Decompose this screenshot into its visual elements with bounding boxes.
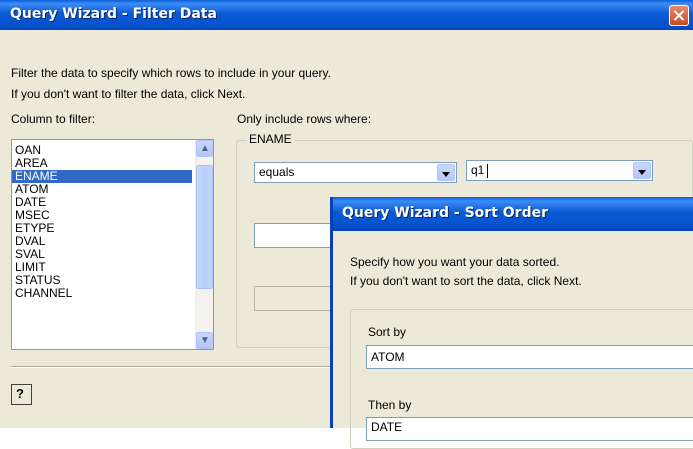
text-cursor [487,164,488,178]
sort-by-label: Sort by [368,325,407,339]
sort-order-dialog: Query Wizard - Sort Order Specify how yo… [330,197,693,449]
filter-instruction-1: Filter the data to specify which rows to… [11,66,331,80]
then-by-label: Then by [368,398,412,412]
scroll-up-icon[interactable]: ▲ [196,140,213,157]
filter-dialog-titlebar[interactable]: Query Wizard - Filter Data [0,0,693,30]
column-listbox[interactable]: OAN AREA ENAME ATOM DATE MSEC ETYPE DVAL… [11,139,214,350]
then-by-dropdown[interactable]: DATE [366,417,693,441]
list-item[interactable]: CHANNEL [12,287,192,300]
sort-instruction-1: Specify how you want your data sorted. [350,255,560,269]
value-dropdown[interactable]: q1 [466,160,653,181]
sort-by-value: ATOM [371,350,405,364]
dropdown-arrow-icon[interactable] [437,164,455,181]
filter-instruction-2: If you don't want to filter the data, cl… [11,87,246,101]
sort-by-dropdown[interactable]: ATOM [366,345,693,369]
sort-dialog-titlebar[interactable]: Query Wizard - Sort Order [333,197,693,231]
dropdown-arrow-icon[interactable] [633,162,651,179]
separator [11,366,330,368]
column-to-filter-label: Column to filter: [11,112,96,126]
operator-value: equals [259,165,295,179]
operator-dropdown[interactable]: equals [254,162,457,183]
second-operator-field[interactable] [254,223,334,248]
criteria-group-title: ENAME [247,131,294,147]
scrollbar-thumb[interactable] [196,165,213,289]
sort-dialog-title: Query Wizard - Sort Order [342,205,548,221]
criteria-label: Only include rows where: [237,112,372,126]
value-input[interactable]: q1 [471,163,484,177]
close-icon[interactable] [669,5,689,26]
listbox-scrollbar[interactable]: ▲ ▼ [195,140,213,349]
help-icon[interactable]: ? [11,384,32,405]
then-by-value: DATE [371,420,403,434]
third-operator-field [254,286,334,311]
scroll-down-icon[interactable]: ▼ [196,332,213,349]
sort-instruction-2: If you don't want to sort the data, clic… [350,274,582,288]
filter-dialog-title: Query Wizard - Filter Data [10,6,217,22]
